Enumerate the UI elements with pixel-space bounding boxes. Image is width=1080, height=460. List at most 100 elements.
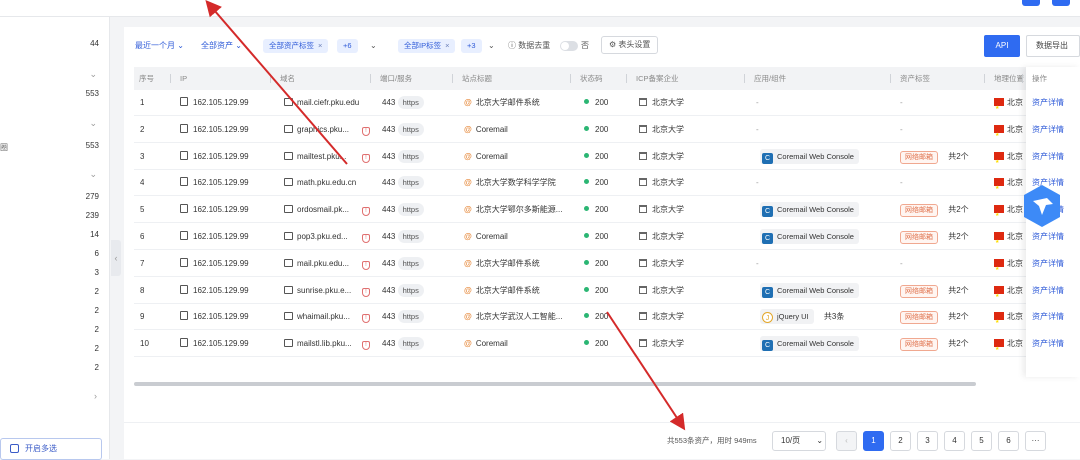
app-chip[interactable]: C Coremail Web Console [760, 282, 859, 298]
tag-more-count[interactable]: 共2个 [948, 286, 968, 295]
page-button[interactable]: 6 [998, 431, 1019, 451]
ip-cell[interactable]: 162.105.129.99 [180, 197, 249, 223]
site-title-cell[interactable]: @ 北京大学邮件系统 [464, 90, 574, 116]
domain-cell[interactable]: sunrise.pku.e... [284, 278, 360, 304]
column-header[interactable]: 端口/服务 [380, 67, 412, 90]
app-chip[interactable]: JjQuery UI [760, 309, 814, 325]
copy-icon[interactable] [180, 204, 188, 214]
ip-cell[interactable]: 162.105.129.99 [180, 304, 249, 330]
page-button[interactable]: 4 [944, 431, 965, 451]
column-header[interactable]: 资产标签 [900, 67, 930, 90]
table-row[interactable]: 10 162.105.129.99 mailstl.lib.pku...! 443 h… [134, 331, 1080, 358]
site-title-cell[interactable]: @ 北京大学数学科学学院 [464, 170, 574, 196]
column-header[interactable]: 应用/组件 [754, 67, 786, 90]
asset-detail-link[interactable]: 资产详情 [1032, 331, 1064, 357]
app-chip[interactable]: C Coremail Web Console [760, 229, 859, 244]
app-cell[interactable]: JjQuery UI 共3条 [760, 304, 844, 330]
app-cell[interactable]: C Coremail Web Console [760, 331, 859, 357]
column-header[interactable]: 域名 [280, 67, 295, 90]
page-size-select[interactable]: 10/页 ⌄ [772, 431, 826, 451]
sidebar-stat-count[interactable]: 2 [95, 344, 99, 353]
domain-cell[interactable]: pop3.pku.ed... [284, 224, 360, 250]
copy-icon[interactable] [180, 150, 188, 160]
asset-detail-link[interactable]: 资产详情 [1032, 117, 1064, 143]
enable-multiselect-button[interactable]: 开启多选 [0, 438, 102, 460]
close-icon[interactable]: × [318, 41, 322, 50]
more-pages-button[interactable]: ··· [1025, 431, 1046, 451]
ip-cell[interactable]: 162.105.129.99 [180, 90, 249, 116]
domain-cell[interactable]: mailstl.lib.pku... [284, 331, 360, 357]
table-row[interactable]: 4 162.105.129.99 math.pku.edu.cn 443 https @… [134, 170, 1080, 197]
asset-scope-select[interactable]: 全部资产 ⌄ [201, 37, 242, 55]
copy-icon[interactable] [180, 231, 188, 240]
external-link-icon[interactable] [284, 312, 293, 321]
sidebar-stat-count[interactable]: 2 [95, 363, 99, 372]
site-title-cell[interactable]: @ 北京大学邮件系统 [464, 251, 574, 277]
sidebar-stat-count[interactable]: 2 [95, 287, 99, 296]
app-cell[interactable]: C Coremail Web Console [760, 224, 859, 250]
page-button[interactable]: 3 [917, 431, 938, 451]
copy-icon[interactable] [180, 311, 188, 321]
copy-icon[interactable] [180, 123, 188, 133]
copy-icon[interactable] [180, 177, 188, 187]
ip-cell[interactable]: 162.105.129.99 [180, 117, 249, 143]
export-button[interactable]: 数据导出 [1026, 35, 1080, 57]
site-title-cell[interactable]: @ 北京大学邮件系统 [464, 278, 574, 304]
tag-more-count[interactable]: 共2个 [948, 152, 968, 161]
asset-detail-link[interactable]: 资产详情 [1032, 278, 1064, 304]
column-header[interactable]: 状态码 [580, 67, 603, 90]
column-header[interactable]: 站点标题 [462, 67, 492, 90]
external-link-icon[interactable] [284, 285, 293, 294]
asset-tag-badge[interactable]: 网络邮箱 [900, 311, 938, 325]
table-row[interactable]: 1 162.105.129.99 mail.ciefr.pku.edu... 443 … [134, 90, 1080, 116]
sidebar-stat-count[interactable]: 3 [95, 268, 99, 277]
sidebar-stat-count[interactable]: 279 [86, 192, 99, 201]
horizontal-scrollbar[interactable] [134, 382, 976, 386]
column-header[interactable]: 地理位置 [994, 67, 1024, 90]
copy-icon[interactable] [180, 97, 188, 106]
ip-cell[interactable]: 162.105.129.99 [180, 224, 249, 250]
chevron-down-icon[interactable]: ⌄ [89, 118, 97, 129]
table-row[interactable]: 7 162.105.129.99 mail.pku.edu...! 443 https… [134, 250, 1080, 277]
chevron-down-icon[interactable]: ⌄ [370, 37, 377, 55]
column-header[interactable]: 序号 [139, 67, 154, 90]
app-cell[interactable]: C Coremail Web Console [760, 197, 859, 223]
sidebar-stat-count[interactable]: 14 [90, 230, 99, 239]
page-button[interactable]: 1 [863, 431, 884, 451]
asset-detail-link[interactable]: 资产详情 [1032, 304, 1064, 330]
asset-detail-link[interactable]: 资产详情 [1032, 90, 1064, 116]
site-title-cell[interactable]: @ Coremail [464, 224, 574, 250]
chevron-right-icon[interactable]: › [94, 391, 97, 401]
ip-tag-chip[interactable]: 全部IP标签 × [398, 39, 456, 53]
sidebar-stat-count[interactable]: 2 [95, 306, 99, 315]
ip-cell[interactable]: 162.105.129.99 [180, 278, 249, 304]
collapse-sidebar-handle[interactable]: ‹ [111, 240, 121, 276]
site-title-cell[interactable]: @ 北京大学武汉人工智能... [464, 304, 574, 330]
asset-tag-chip[interactable]: 全部资产标签 × [263, 39, 329, 53]
app-cell[interactable]: C Coremail Web Console [760, 144, 859, 170]
table-row[interactable]: 5 162.105.129.99 ordosmail.pk...! 443 https… [134, 197, 1080, 224]
tag-more-count[interactable]: 共2个 [948, 339, 968, 348]
app-cell[interactable]: C Coremail Web Console [760, 278, 859, 304]
domain-cell[interactable]: whaimail.pku... [284, 304, 360, 330]
header-settings-button[interactable]: ⚙ 表头设置 [601, 36, 659, 54]
top-action-icon[interactable] [1022, 0, 1040, 6]
app-more-count[interactable]: 共3条 [824, 312, 844, 321]
assistant-bird-icon[interactable] [1022, 184, 1062, 228]
external-link-icon[interactable] [284, 258, 293, 267]
external-link-icon[interactable] [284, 205, 293, 214]
close-icon[interactable]: × [445, 41, 449, 50]
app-chip[interactable]: C Coremail Web Console [760, 202, 859, 218]
asset-detail-link[interactable]: 资产详情 [1032, 144, 1064, 170]
tag-more-count[interactable]: 共2个 [948, 312, 968, 321]
asset-tag-badge[interactable]: 网络邮箱 [900, 338, 938, 352]
site-title-cell[interactable]: @ Coremail [464, 144, 574, 170]
asset-detail-link[interactable]: 资产详情 [1032, 251, 1064, 277]
column-header[interactable]: IP [180, 67, 187, 90]
domain-cell[interactable]: ordosmail.pk... [284, 197, 360, 223]
external-link-icon[interactable] [284, 98, 293, 106]
sidebar-stat-count[interactable]: 553 [86, 89, 99, 98]
sidebar-stat-count[interactable]: 553 [86, 141, 99, 150]
domain-cell[interactable]: mail.pku.edu... [284, 251, 360, 277]
asset-tag-badge[interactable]: 网络邮箱 [900, 204, 938, 218]
